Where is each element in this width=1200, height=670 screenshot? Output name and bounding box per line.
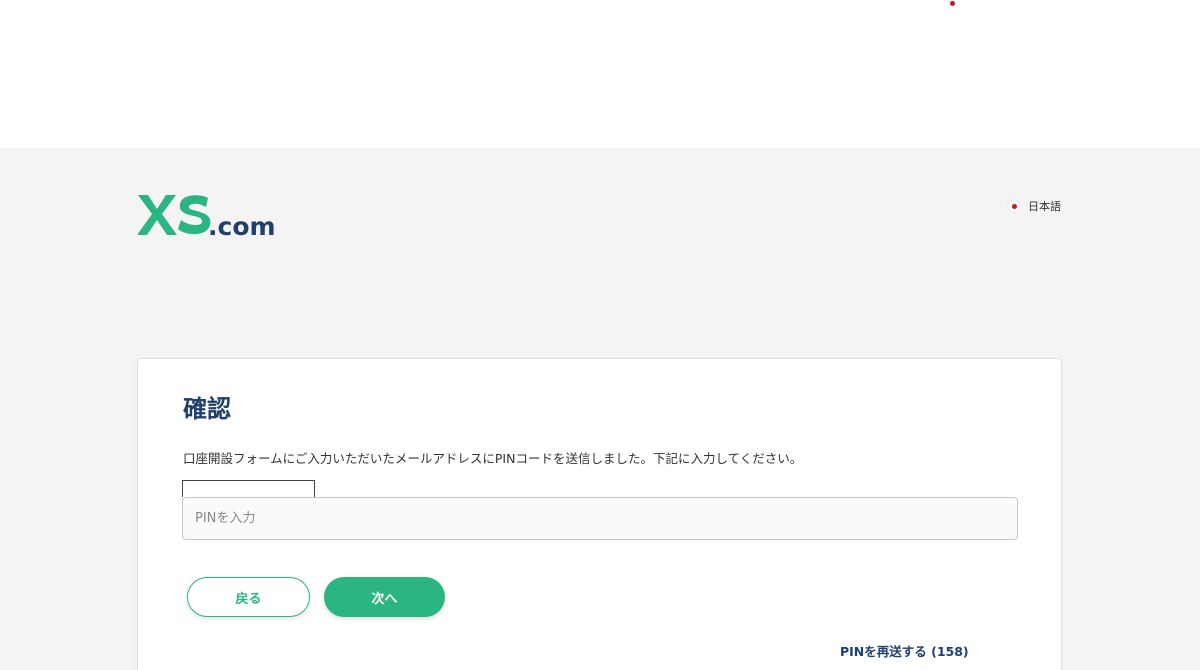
next-button[interactable]: 次へ — [324, 577, 445, 617]
svg-text:.com: .com — [208, 212, 276, 238]
language-selector[interactable]: 日本語 — [1008, 198, 1061, 214]
language-label: 日本語 — [1028, 200, 1061, 213]
verification-card: 確認 口座開設フォームにご入力いただいたメールアドレスにPINコードを送信しまし… — [137, 358, 1062, 670]
back-button[interactable]: 戻る — [187, 577, 310, 617]
page-title: 確認 — [183, 395, 231, 423]
resend-pin-link[interactable]: PINを再送する (158) — [840, 641, 969, 660]
xs-logo[interactable]: .com — [138, 192, 280, 238]
instruction-text: 口座開設フォームにご入力いただいたメールアドレスにPINコードを送信しました。下… — [183, 451, 803, 466]
xs-logo-graphic: .com — [138, 195, 276, 238]
pin-label-box — [182, 480, 315, 497]
japan-flag-icon — [1008, 200, 1020, 212]
top-blank-area — [0, 0, 1200, 148]
notification-dot — [950, 1, 955, 6]
pin-input[interactable] — [182, 497, 1018, 540]
